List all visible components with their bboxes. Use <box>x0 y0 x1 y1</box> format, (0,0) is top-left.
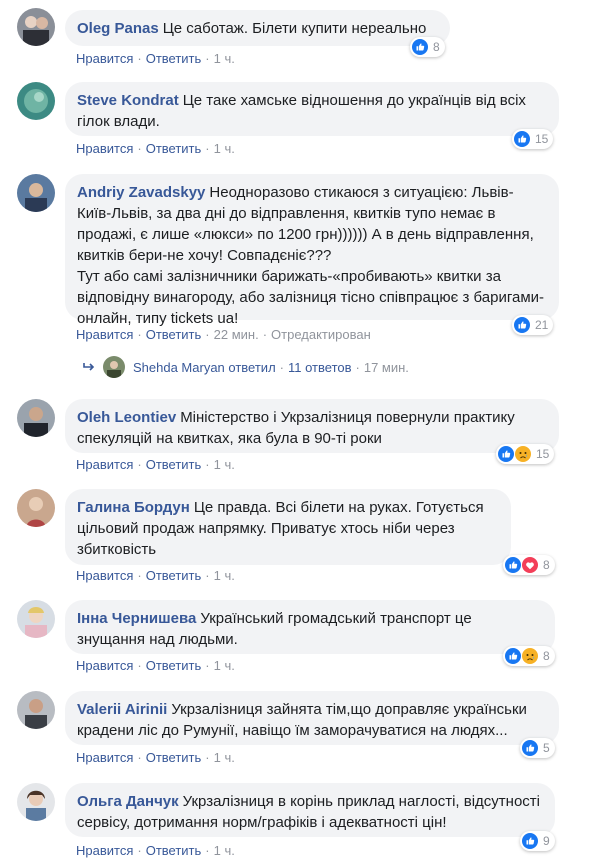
avatar[interactable] <box>17 174 55 212</box>
avatar[interactable] <box>17 783 55 821</box>
reaction-count: 21 <box>535 318 549 332</box>
comment-author[interactable]: Ольга Данчук <box>77 793 179 810</box>
sad-reaction-icon <box>515 446 531 462</box>
reaction-count: 8 <box>543 649 550 663</box>
avatar[interactable] <box>17 8 55 46</box>
comment-time[interactable]: 1 ч. <box>214 658 235 673</box>
comment-text: Це саботаж. Білети купити нереально <box>162 20 427 37</box>
reply-link[interactable]: Ответить <box>146 750 202 765</box>
comment-bubble: Steve Kondrat Це таке хамське відношення … <box>65 82 559 136</box>
comment-bubble: Valerii Airinii Укрзалізниця зайнята тім,… <box>65 691 559 745</box>
comment-time[interactable]: 1 ч. <box>214 51 235 66</box>
like-reaction-icon <box>505 557 521 573</box>
comment-actions: Нравится · Ответить · 1 ч. <box>76 568 235 583</box>
comment-author[interactable]: Oleh Leontiev <box>77 409 176 426</box>
love-reaction-icon <box>522 557 538 573</box>
comment-actions: Нравится · Ответить · 22 мин. · Отредактирован <box>76 327 371 342</box>
like-link[interactable]: Нравится <box>76 327 133 342</box>
reply-link[interactable]: Ответить <box>146 51 202 66</box>
comment-actions: Нравится · Ответить · 1 ч. <box>76 141 235 156</box>
reactions-summary[interactable]: 8 <box>503 646 555 666</box>
reactions-summary[interactable]: 21 <box>512 315 554 335</box>
comment-author[interactable]: Інна Чернишева <box>77 610 196 627</box>
comment-actions: Нравится · Ответить · 1 ч. <box>76 658 235 673</box>
like-reaction-icon <box>514 317 530 333</box>
reply-link[interactable]: Ответить <box>146 568 202 583</box>
sad-reaction-icon <box>522 648 538 664</box>
like-reaction-icon <box>514 131 530 147</box>
reactions-summary[interactable]: 15 <box>512 129 554 149</box>
reactions-summary[interactable]: 5 <box>520 738 555 758</box>
like-link[interactable]: Нравится <box>76 457 133 472</box>
like-link[interactable]: Нравится <box>76 750 133 765</box>
reaction-count: 5 <box>543 741 550 755</box>
reply-link[interactable]: Ответить <box>146 141 202 156</box>
reply-link[interactable]: Ответить <box>146 457 202 472</box>
comment-actions: Нравится · Ответить · 1 ч. <box>76 51 235 66</box>
like-link[interactable]: Нравится <box>76 658 133 673</box>
comment-author[interactable]: Oleg Panas <box>77 20 159 37</box>
reactions-summary[interactable]: 8 <box>503 555 555 575</box>
avatar[interactable] <box>17 82 55 120</box>
comment-actions: Нравится · Ответить · 1 ч. <box>76 750 235 765</box>
reactions-summary[interactable]: 15 <box>496 444 555 464</box>
comment-text: Неодноразово стикаюся з ситуацією: Львів… <box>77 184 545 327</box>
reaction-count: 9 <box>543 834 550 848</box>
comment-time[interactable]: 1 ч. <box>214 568 235 583</box>
like-link[interactable]: Нравится <box>76 51 133 66</box>
like-link[interactable]: Нравится <box>76 568 133 583</box>
edited-label[interactable]: Отредактирован <box>271 327 371 342</box>
avatar[interactable] <box>17 489 55 527</box>
comment-bubble: Oleg Panas Це саботаж. Білети купити нере… <box>65 10 450 46</box>
comment-author[interactable]: Valerii Airinii <box>77 701 167 718</box>
like-link[interactable]: Нравится <box>76 141 133 156</box>
reply-link[interactable]: Ответить <box>146 327 202 342</box>
comment-author[interactable]: Галина Бордун <box>77 499 190 516</box>
reaction-count: 15 <box>536 447 550 461</box>
like-reaction-icon <box>412 39 428 55</box>
reaction-count: 8 <box>433 40 440 54</box>
avatar[interactable] <box>17 399 55 437</box>
reaction-count: 15 <box>535 132 549 146</box>
reaction-count: 8 <box>543 558 550 572</box>
reply-link[interactable]: Ответить <box>146 658 202 673</box>
comment-bubble: Ольга Данчук Укрзалізниця в корінь прикла… <box>65 783 555 837</box>
like-reaction-icon <box>522 833 538 849</box>
like-reaction-icon <box>505 648 521 664</box>
comment-author[interactable]: Andriy Zavadskyy <box>77 184 205 201</box>
comment-time[interactable]: 1 ч. <box>214 141 235 156</box>
comment-author[interactable]: Steve Kondrat <box>77 92 179 109</box>
comment-bubble: Oleh Leontiev Міністерство і Укрзалізниця… <box>65 399 559 453</box>
comment-actions: Нравится · Ответить · 1 ч. <box>76 457 235 472</box>
replier-name[interactable]: Shehda Maryan ответил <box>133 360 276 375</box>
reply-arrow-icon <box>83 360 95 375</box>
replier-avatar <box>103 356 125 378</box>
comment-time[interactable]: 1 ч. <box>214 457 235 472</box>
comment-time[interactable]: 1 ч. <box>214 750 235 765</box>
replies-count[interactable]: 11 ответов <box>288 360 352 375</box>
comment-time[interactable]: 22 мин. <box>214 327 259 342</box>
reactions-summary[interactable]: 9 <box>520 831 555 851</box>
comment-bubble: Галина Бордун Це правда. Всі білети на ру… <box>65 489 511 565</box>
like-reaction-icon <box>522 740 538 756</box>
comments-feed: Oleg Panas Це саботаж. Білети купити нере… <box>0 0 609 858</box>
avatar[interactable] <box>17 600 55 638</box>
comment-bubble: Andriy Zavadskyy Неодноразово стикаюся з … <box>65 174 559 327</box>
comment-bubble: Інна Чернишева Український громадський тр… <box>65 600 555 654</box>
reactions-summary[interactable]: 8 <box>410 37 445 57</box>
avatar[interactable] <box>17 691 55 729</box>
view-replies-link[interactable]: Shehda Maryan ответил · 11 ответов · 17 мин. <box>83 356 409 378</box>
like-reaction-icon <box>498 446 514 462</box>
reply-time: 17 мин. <box>363 359 409 375</box>
